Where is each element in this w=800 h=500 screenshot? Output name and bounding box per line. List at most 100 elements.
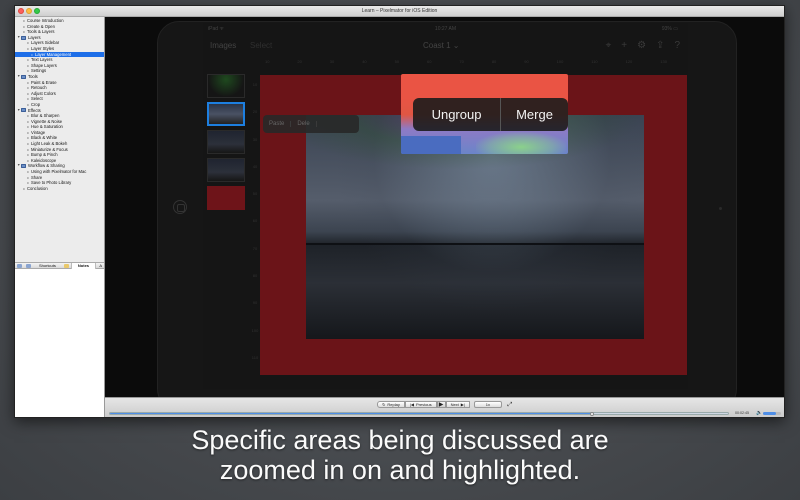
window-title: Learn – Pixelmator for iOS Edition: [361, 8, 438, 14]
ruler-tick-label: 100: [251, 327, 259, 333]
volume-slider[interactable]: [763, 412, 781, 415]
ruler-tick-label: 60: [252, 218, 258, 224]
section-book-icon: [21, 74, 26, 79]
horizontal-ruler: 10 20 30 40 50 60 70 80 90 100 110 120 130: [251, 55, 681, 67]
font-size-button[interactable]: A: [99, 263, 102, 268]
layer-thumbnail[interactable]: [207, 186, 245, 210]
ruler-tick-label: 90: [524, 58, 529, 64]
aurora-green: [476, 132, 566, 154]
section-book-icon: [21, 108, 26, 113]
next-button[interactable]: Next ▶|: [445, 401, 470, 408]
layer-thumbnail[interactable]: [207, 74, 245, 98]
tab-notes[interactable]: Notes: [70, 262, 97, 269]
progress-fill: [110, 413, 593, 414]
select-button[interactable]: Select: [250, 41, 272, 50]
previous-label: Previous: [416, 401, 432, 407]
caption-line-2: zoomed in on and highlighted.: [219, 455, 581, 485]
ruler-tick-label: 20: [297, 58, 302, 64]
toc-item[interactable]: • Conclusion: [15, 186, 104, 192]
previous-icon: |◀: [409, 401, 414, 407]
delete-menu-item[interactable]: Dele: [291, 121, 317, 127]
ruler-tick-label: 20: [252, 109, 258, 115]
previous-button[interactable]: |◀ Previous: [404, 401, 437, 408]
ruler-tick-label: 120: [625, 58, 633, 64]
sidebar: • Course Introduction • Create & Open • Tools…: [15, 17, 105, 417]
volume-fill: [763, 412, 776, 415]
ruler-tick-label: 10: [252, 82, 258, 88]
replay-button[interactable]: ↻ Replay: [377, 401, 405, 408]
layers-sidebar: [203, 67, 249, 389]
playback-rate-select[interactable]: 1x: [473, 401, 502, 408]
ruler-tick-label: 30: [329, 58, 335, 64]
home-button-icon: [173, 200, 187, 214]
notes-icon: [63, 263, 69, 268]
ruler-tick-label: 130: [660, 58, 667, 64]
progress-knob[interactable]: [590, 412, 595, 416]
replay-icon: ↻: [382, 401, 386, 407]
tab-shortcuts[interactable]: Shortcuts: [33, 263, 62, 268]
ruler-tick-label: 10: [264, 58, 270, 64]
replay-label: Replay: [387, 401, 400, 407]
ruler-tick-label: 40: [362, 58, 367, 64]
layer-thumbnail-selected[interactable]: [207, 102, 245, 126]
photo-sky: [401, 136, 461, 154]
volume-icon[interactable]: 🔈: [756, 410, 762, 416]
camera-icon: [719, 207, 722, 210]
ruler-tick-label: 70: [459, 58, 464, 64]
toolbar-icons: ⌖ + ⚙ ⇪ ?: [606, 40, 680, 51]
notes-area[interactable]: [15, 269, 104, 417]
section-book-icon: [21, 164, 26, 169]
table-of-contents: • Course Introduction • Create & Open • Tools…: [15, 17, 104, 262]
ruler-tick-label: 90: [252, 300, 258, 306]
merge-menu-item[interactable]: Merge: [501, 98, 568, 131]
share-icon[interactable]: ⇪: [656, 40, 664, 51]
ruler-tick-label: 50: [252, 191, 258, 197]
help-icon[interactable]: ?: [674, 40, 680, 51]
progress-bar[interactable]: [109, 412, 729, 416]
layer-thumbnail[interactable]: [207, 130, 245, 154]
caption-line-1: Specific areas being discussed are: [191, 425, 609, 455]
horizon-line: [306, 243, 644, 245]
playback-buttons: ↻ Replay |◀ Previous ▶ Next ▶| 1x ⤢: [105, 400, 784, 409]
ruler-tick-label: 50: [394, 58, 400, 64]
title-bar[interactable]: Learn – Pixelmator for iOS Edition: [15, 6, 784, 17]
caption: Specific areas being discussed are zoome…: [0, 425, 800, 485]
ruler-tick-label: 60: [427, 58, 432, 64]
ungroup-menu-item[interactable]: Ungroup: [413, 98, 502, 131]
play-button[interactable]: ▶: [436, 401, 446, 408]
app-nav-bar: Images Select Coast 1 ⌄ ⌖ + ⚙ ⇪ ?: [203, 35, 688, 55]
app-window: Learn – Pixelmator for iOS Edition • Cour…: [14, 5, 785, 418]
document-title[interactable]: Coast 1 ⌄: [423, 41, 460, 50]
sidebar-tab-bar: Shortcuts Notes A: [15, 262, 104, 269]
ruler-tick-label: 100: [556, 58, 564, 64]
ruler-tick-label: 80: [491, 58, 497, 64]
ios-status-bar: iPad ᯤ 10:27 AM 93% ▭: [203, 23, 688, 35]
video-area[interactable]: iPad ᯤ 10:27 AM 93% ▭ Images Select Coas…: [105, 17, 784, 397]
paste-menu-item[interactable]: Paste: [263, 121, 292, 127]
gear-icon[interactable]: ⚙: [637, 40, 646, 51]
toc-item-label: Conclusion: [27, 185, 48, 191]
ruler-tick-label: 30: [252, 136, 258, 142]
section-book-icon: [21, 35, 26, 40]
ruler-tick-label: 110: [591, 58, 598, 64]
ruler-tick-label: 80: [252, 272, 258, 278]
play-icon: ▶: [438, 401, 444, 408]
zoom-background: [401, 74, 568, 98]
zoom-highlight: Ungroup Merge: [401, 74, 568, 154]
layer-context-menu: Ungroup Merge: [413, 98, 568, 131]
status-time: 10:27 AM: [434, 26, 457, 32]
ruler-tick-label: 110: [251, 354, 259, 360]
add-icon[interactable]: [17, 263, 22, 268]
next-icon: ▶|: [460, 401, 465, 407]
next-label: Next: [450, 401, 459, 407]
ruler-tick-label: 70: [252, 245, 258, 251]
player-controls: ↻ Replay |◀ Previous ▶ Next ▶| 1x ⤢ 00:0…: [105, 397, 784, 417]
layer-thumbnail[interactable]: [207, 158, 245, 182]
plus-icon[interactable]: +: [621, 40, 627, 51]
images-button[interactable]: Images: [210, 41, 236, 50]
brush-icon[interactable]: ⌖: [606, 40, 612, 51]
context-menu-dimmed: Paste Dele: [263, 115, 359, 133]
fullscreen-icon[interactable]: ⤢: [506, 401, 514, 408]
battery-status: 93% ▭: [661, 26, 678, 32]
timecode: 00:02:45: [735, 411, 749, 415]
